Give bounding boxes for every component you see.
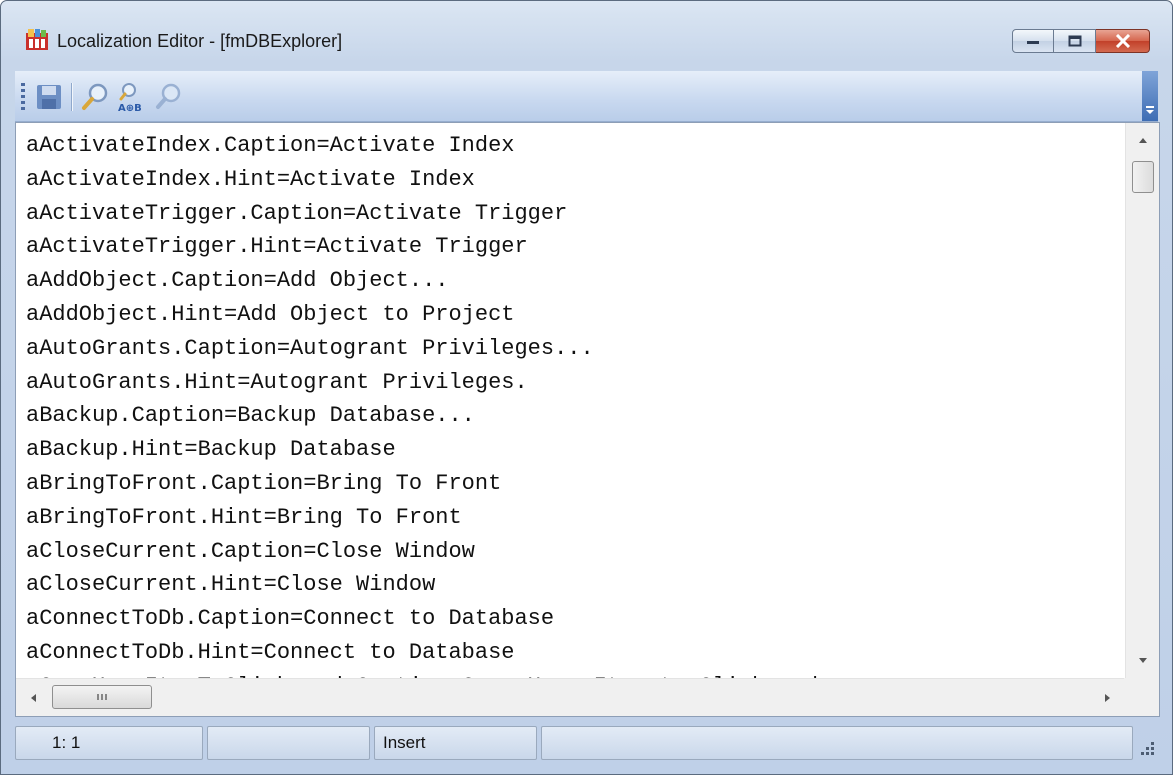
toolbar-grip[interactable] bbox=[21, 83, 25, 111]
find-next-button[interactable] bbox=[153, 81, 185, 113]
editor-line[interactable]: aAutoGrants.Hint=Autogrant Privileges. bbox=[26, 366, 1125, 400]
scroll-right-button[interactable] bbox=[1091, 679, 1125, 717]
size-grip-icon[interactable] bbox=[1136, 737, 1156, 757]
find-replace-icon: A⊕B bbox=[118, 83, 142, 113]
grip-lines-icon bbox=[97, 694, 107, 700]
editor-line[interactable]: aAddObject.Hint=Add Object to Project bbox=[26, 298, 1125, 332]
editor-line[interactable]: aConnectToDb.Caption=Connect to Database bbox=[26, 602, 1125, 636]
editor-line[interactable]: aBringToFront.Hint=Bring To Front bbox=[26, 501, 1125, 535]
status-bar: 1: 1 Insert bbox=[15, 723, 1160, 763]
arrow-up-icon bbox=[1139, 138, 1147, 143]
editor-line[interactable]: aBackup.Hint=Backup Database bbox=[26, 433, 1125, 467]
find-replace-button[interactable]: A⊕B bbox=[115, 81, 147, 113]
editor-line[interactable]: aCopyUserItemToClipboard.Caption=Copy Us… bbox=[26, 670, 1125, 678]
app-icon[interactable] bbox=[25, 27, 49, 51]
maximize-icon bbox=[1068, 35, 1081, 47]
window-title: Localization Editor - [fmDBExplorer] bbox=[57, 31, 343, 51]
vertical-scrollbar[interactable] bbox=[1125, 123, 1159, 678]
editor-line[interactable]: aActivateTrigger.Hint=Activate Trigger bbox=[26, 230, 1125, 264]
editor-line[interactable]: aActivateIndex.Hint=Activate Index bbox=[26, 163, 1125, 197]
arrow-right-icon bbox=[1105, 694, 1110, 702]
editor-line[interactable]: aCloseCurrent.Hint=Close Window bbox=[26, 568, 1125, 602]
chevron-down-icon bbox=[1146, 106, 1154, 114]
editor-text-area[interactable]: aActivateIndex.Caption=Activate Index aA… bbox=[16, 123, 1125, 678]
toolbar: A⊕B bbox=[15, 71, 1158, 122]
find-icon bbox=[82, 83, 108, 110]
scroll-up-button[interactable] bbox=[1126, 123, 1160, 157]
edit-mode-panel: Insert bbox=[374, 726, 537, 760]
title-bar[interactable]: Localization Editor - [fmDBExplorer] bbox=[1, 1, 1172, 65]
editor-line[interactable]: aConnectToDb.Hint=Connect to Database bbox=[26, 636, 1125, 670]
scroll-left-button[interactable] bbox=[16, 679, 50, 717]
minimize-button[interactable] bbox=[1012, 29, 1054, 53]
maximize-button[interactable] bbox=[1054, 29, 1096, 53]
editor-line[interactable]: aActivateTrigger.Caption=Activate Trigge… bbox=[26, 197, 1125, 231]
editor-line[interactable]: aBackup.Caption=Backup Database... bbox=[26, 399, 1125, 433]
arrow-down-icon bbox=[1139, 658, 1147, 663]
editor-line[interactable]: aAddObject.Caption=Add Object... bbox=[26, 264, 1125, 298]
horizontal-scroll-thumb[interactable] bbox=[52, 685, 152, 709]
caption-buttons bbox=[1012, 29, 1150, 55]
status-panel-2 bbox=[207, 726, 370, 760]
close-button[interactable] bbox=[1096, 29, 1150, 53]
horizontal-scrollbar[interactable] bbox=[16, 678, 1125, 716]
find-button[interactable] bbox=[79, 81, 111, 113]
close-icon bbox=[1115, 34, 1130, 48]
scrollbar-corner bbox=[1124, 678, 1159, 716]
editor-line[interactable]: aBringToFront.Caption=Bring To Front bbox=[26, 467, 1125, 501]
toolbar-overflow-button[interactable] bbox=[1142, 71, 1158, 121]
text-editor[interactable]: aActivateIndex.Caption=Activate Index aA… bbox=[15, 122, 1160, 717]
editor-line[interactable]: aCloseCurrent.Caption=Close Window bbox=[26, 535, 1125, 569]
save-icon bbox=[37, 85, 61, 109]
editor-line[interactable]: aAutoGrants.Caption=Autogrant Privileges… bbox=[26, 332, 1125, 366]
vertical-scroll-thumb[interactable] bbox=[1132, 161, 1154, 193]
save-button[interactable] bbox=[33, 81, 65, 113]
svg-text:A⊕B: A⊕B bbox=[118, 103, 142, 113]
arrow-left-icon bbox=[31, 694, 36, 702]
scroll-down-button[interactable] bbox=[1126, 644, 1160, 678]
localization-editor-window: Localization Editor - [fmDBExplorer] A⊕B… bbox=[0, 0, 1173, 775]
editor-line[interactable]: aActivateIndex.Caption=Activate Index bbox=[26, 129, 1125, 163]
cursor-position-panel: 1: 1 bbox=[15, 726, 203, 760]
toolbar-separator bbox=[71, 83, 73, 111]
status-panel-4 bbox=[541, 726, 1133, 760]
minimize-icon bbox=[1027, 41, 1039, 44]
find-next-icon bbox=[156, 83, 181, 109]
